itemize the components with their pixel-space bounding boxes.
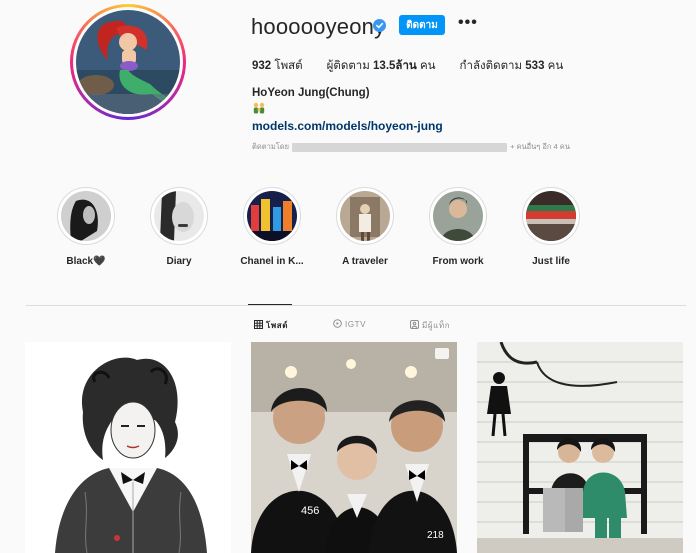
grid-icon (254, 320, 263, 331)
highlight-diary[interactable] (150, 187, 208, 245)
tabs-divider (26, 305, 686, 306)
profile-avatar[interactable] (70, 4, 186, 120)
verified-badge-icon (373, 19, 386, 32)
tab-igtv[interactable]: IGTV (333, 319, 366, 330)
tab-posts[interactable]: โพสต์ (254, 319, 288, 332)
blurred-follower-names (292, 142, 508, 152)
post-thumbnail[interactable]: 456 218 (251, 342, 457, 553)
profile-stats: 932 โพสต์ ผู้ติดตาม 13.5ล้าน คน กำลังติด… (252, 57, 563, 75)
family-emoji-icon (252, 101, 266, 115)
follow-button[interactable]: ติดตาม (399, 15, 445, 35)
highlight-black[interactable] (57, 187, 115, 245)
svg-text:456: 456 (301, 505, 319, 517)
more-options-icon[interactable]: ••• (458, 14, 478, 32)
active-tab-indicator (248, 304, 292, 305)
highlight-label: A traveler (342, 256, 388, 267)
svg-text:218: 218 (427, 530, 444, 541)
highlight-just-life[interactable] (522, 187, 580, 245)
igtv-icon (333, 319, 342, 330)
website-link[interactable]: models.com/models/hoyeon-jung (252, 119, 443, 133)
highlight-traveler[interactable] (336, 187, 394, 245)
avatar-image (76, 10, 180, 114)
tab-tagged[interactable]: มีผู้แท็ก (410, 319, 450, 332)
post-thumbnail[interactable] (25, 342, 231, 553)
profile-full-name: HoYeon Jung(Chung) (252, 87, 370, 99)
highlight-chanel[interactable] (243, 187, 301, 245)
highlight-label: Diary (166, 256, 192, 267)
following-stat[interactable]: กำลังติดตาม 533 คน (460, 57, 564, 75)
highlight-label: Just life (532, 256, 570, 267)
highlight-label: Black🖤 (66, 256, 106, 267)
highlight-from-work[interactable] (429, 187, 487, 245)
profile-username: hoooooyeony (251, 14, 386, 39)
followers-stat[interactable]: ผู้ติดตาม 13.5ล้าน คน (327, 57, 436, 75)
post-thumbnail[interactable] (477, 342, 683, 553)
highlight-label: From work (432, 256, 484, 267)
posts-stat[interactable]: 932 โพสต์ (252, 57, 303, 75)
followed-by-text: ติดตามโดย + คนอื่นๆ อีก 4 คน (252, 142, 570, 152)
highlight-label: Chanel in K... (240, 256, 304, 267)
tagged-icon (410, 320, 419, 331)
